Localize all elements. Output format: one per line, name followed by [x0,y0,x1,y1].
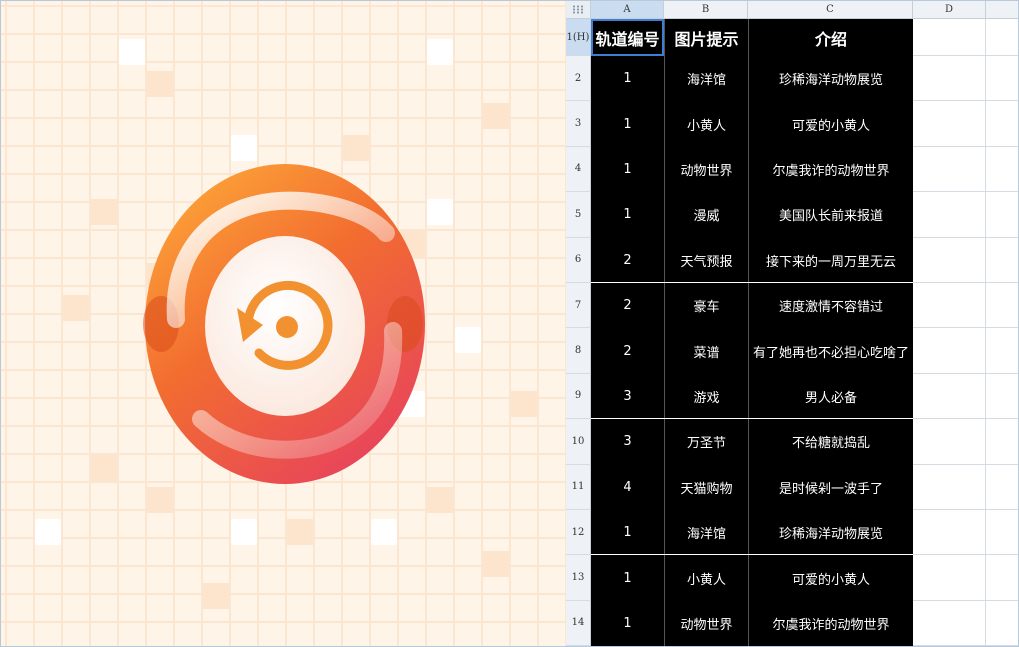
track-no-cell[interactable]: 3 [591,419,664,464]
row-header-14[interactable]: 14 [566,600,591,646]
empty-cell[interactable] [986,192,1018,238]
row-header-8[interactable]: 8 [566,328,591,374]
header-cell-intro[interactable]: 介绍 [748,19,913,56]
image-hint-cell[interactable]: 漫威 [664,192,748,238]
intro-cell[interactable]: 尔虞我诈的动物世界 [748,600,913,646]
intro-cell[interactable]: 速度激情不容错过 [748,283,913,329]
column-header-a[interactable]: A [591,1,664,19]
refresh-rotate-logo-icon [143,164,425,484]
column-header-e[interactable] [986,1,1018,19]
data-region: 轨道编号 图片提示 介绍 1 海洋馆 珍稀海洋动物展览 1 小黄人 可爱的小黄人 1 动物世界… [591,19,913,646]
empty-cell[interactable] [913,56,986,102]
column-header-c[interactable]: C [748,1,913,19]
column-header-b[interactable]: B [664,1,748,19]
empty-cell[interactable] [986,328,1018,374]
select-all-corner[interactable] [566,1,591,19]
empty-cell[interactable] [913,146,986,193]
group-divider [591,282,913,283]
image-hint-cell[interactable]: 天气预报 [664,237,748,283]
track-no-cell[interactable]: 1 [591,555,664,600]
track-no-cell[interactable]: 4 [591,465,664,510]
track-no-cell[interactable]: 1 [591,510,664,555]
intro-cell[interactable]: 男人必备 [748,373,913,420]
image-hint-cell[interactable]: 游戏 [664,373,748,420]
track-no-cell[interactable]: 2 [591,283,664,328]
empty-cell[interactable] [986,56,1018,102]
empty-cell[interactable] [986,419,1018,465]
intro-cell[interactable]: 可爱的小黄人 [748,101,913,147]
intro-cell[interactable]: 接下来的一周万里无云 [748,237,913,283]
row-header-7[interactable]: 7 [566,283,591,329]
group-divider [591,418,913,419]
empty-cell[interactable] [913,600,986,646]
grid-icon [572,5,584,14]
empty-cell[interactable] [913,419,986,465]
empty-cell[interactable] [986,19,1018,56]
track-no-cell[interactable]: 3 [591,374,664,419]
row-header-10[interactable]: 10 [566,419,591,465]
row-header-2[interactable]: 2 [566,56,591,102]
track-no-cell[interactable]: 1 [591,192,664,237]
image-hint-cell[interactable]: 海洋馆 [664,56,748,102]
track-no-cell[interactable]: 2 [591,238,664,283]
intro-cell[interactable]: 美国队长前来报道 [748,192,913,238]
intro-cell[interactable]: 珍稀海洋动物展览 [748,510,913,556]
row-header-3[interactable]: 3 [566,101,591,147]
row-header-11[interactable]: 11 [566,464,591,510]
empty-cell[interactable] [913,555,986,601]
image-hint-cell[interactable]: 海洋馆 [664,510,748,556]
row-header-12[interactable]: 12 [566,510,591,556]
track-no-cell[interactable]: 1 [591,101,664,146]
intro-cell[interactable]: 尔虞我诈的动物世界 [748,146,913,193]
image-hint-cell[interactable]: 动物世界 [664,146,748,193]
app-window: A B C D 1(H) 2 3 4 5 6 7 8 9 10 11 12 13 14 轨道编号 图片提… [0,0,1019,647]
track-no-cell[interactable]: 1 [591,56,664,101]
row-header-4[interactable]: 4 [566,146,591,193]
row-header-1[interactable]: 1(H) [566,19,591,56]
image-hint-cell[interactable]: 万圣节 [664,419,748,465]
intro-cell[interactable]: 珍稀海洋动物展览 [748,56,913,102]
spreadsheet: A B C D 1(H) 2 3 4 5 6 7 8 9 10 11 12 13 14 轨道编号 图片提… [566,1,1018,646]
empty-cell[interactable] [986,238,1018,283]
empty-cell[interactable] [913,19,986,56]
image-hint-cell[interactable]: 菜谱 [664,328,748,374]
empty-cell[interactable] [986,374,1018,420]
row-header-13[interactable]: 13 [566,555,591,601]
empty-cell[interactable] [913,373,986,420]
intro-cell[interactable]: 是时候剁一波手了 [748,464,913,510]
intro-cell[interactable]: 有了她再也不必担心吃啥了 [748,328,913,374]
intro-cell[interactable]: 可爱的小黄人 [748,555,913,601]
empty-cell[interactable] [913,101,986,147]
empty-cell[interactable] [986,283,1018,329]
row-header-6[interactable]: 6 [566,237,591,283]
track-no-cell[interactable]: 1 [591,147,664,192]
empty-cell[interactable] [986,510,1018,556]
group-divider [591,554,913,555]
header-cell-track-no[interactable]: 轨道编号 [591,19,664,56]
row-header-9[interactable]: 9 [566,373,591,420]
image-hint-cell[interactable]: 动物世界 [664,600,748,646]
image-preview-panel [1,1,566,646]
image-hint-cell[interactable]: 天猫购物 [664,464,748,510]
empty-cell[interactable] [913,328,986,374]
empty-cell[interactable] [986,465,1018,510]
empty-cell[interactable] [986,147,1018,193]
empty-cell[interactable] [913,192,986,238]
empty-cell[interactable] [986,555,1018,601]
image-hint-cell[interactable]: 小黄人 [664,555,748,601]
empty-cell[interactable] [913,464,986,510]
intro-cell[interactable]: 不给糖就捣乱 [748,419,913,465]
empty-cell[interactable] [986,601,1018,646]
column-header-d[interactable]: D [913,1,986,19]
track-no-cell[interactable]: 1 [591,601,664,646]
row-header-5[interactable]: 5 [566,192,591,238]
header-cell-image-hint[interactable]: 图片提示 [664,19,748,56]
image-hint-cell[interactable]: 豪车 [664,283,748,329]
track-no-cell[interactable]: 2 [591,328,664,373]
empty-cell[interactable] [986,101,1018,147]
empty-cell[interactable] [913,237,986,283]
empty-cell[interactable] [913,283,986,329]
empty-cell[interactable] [913,510,986,556]
image-hint-cell[interactable]: 小黄人 [664,101,748,147]
